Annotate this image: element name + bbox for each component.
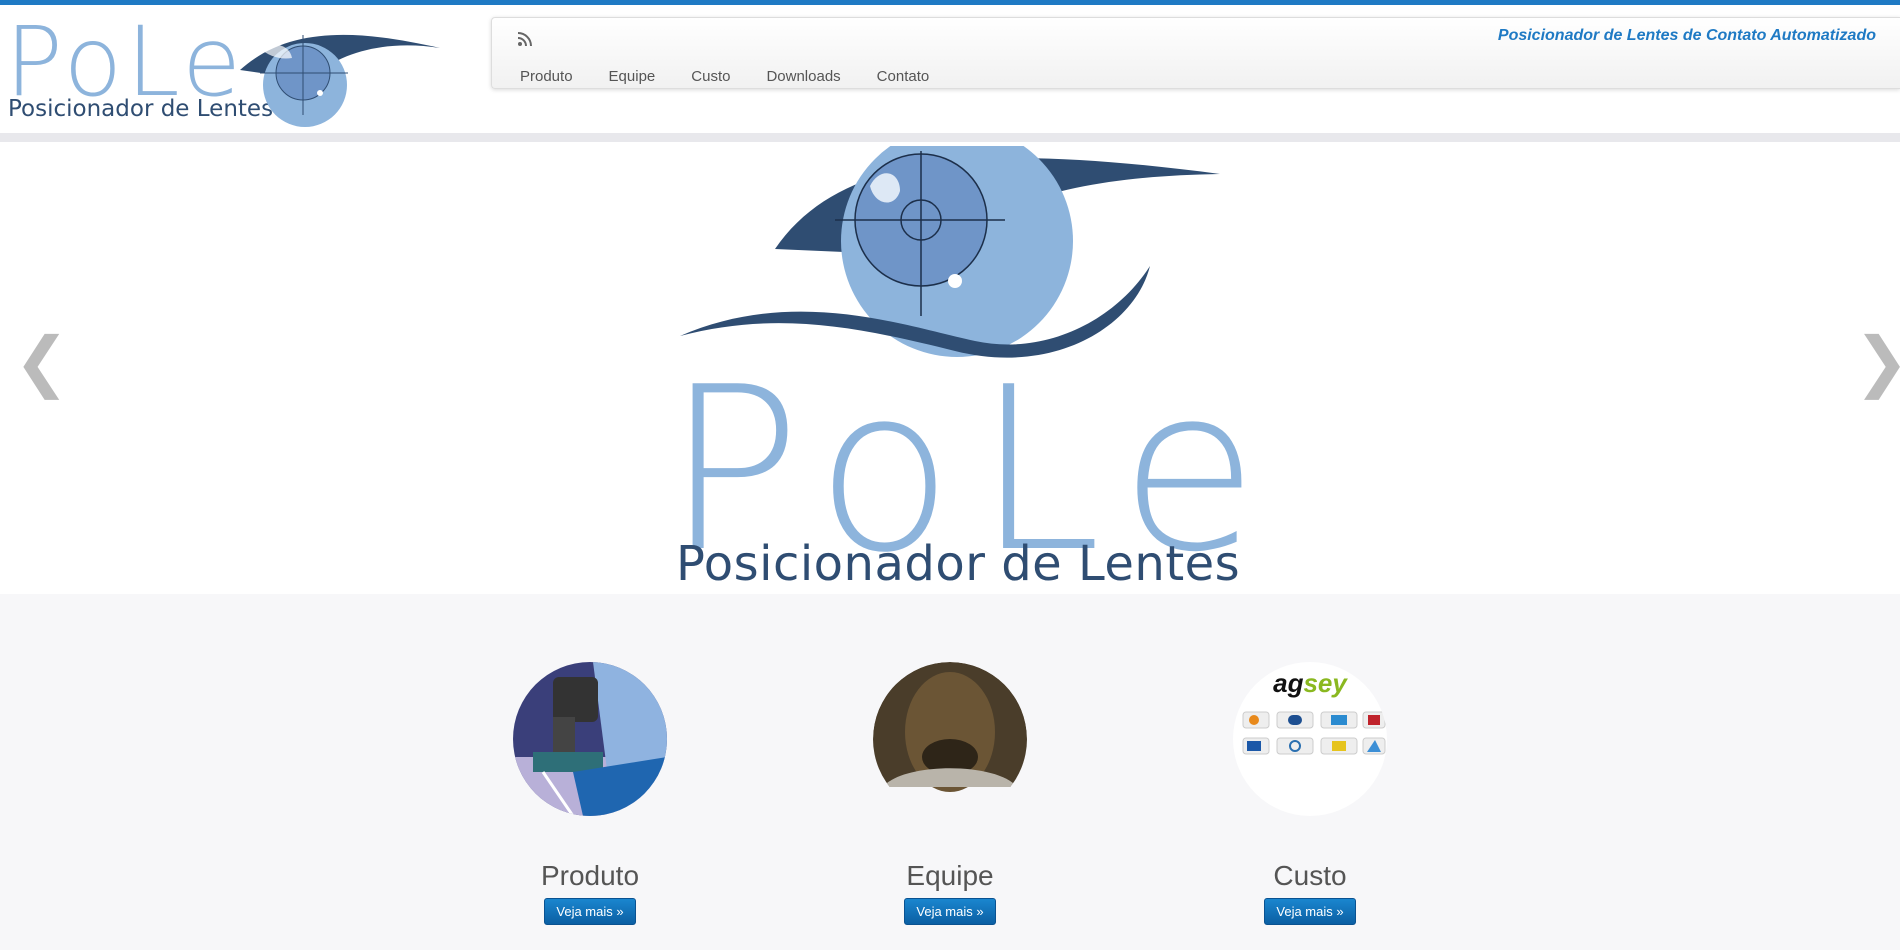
equipe-image (873, 662, 1027, 816)
top-accent-bar (0, 0, 1900, 5)
nav-item-downloads[interactable]: Downloads (766, 68, 840, 85)
veja-mais-button[interactable]: Veja mais » (1264, 898, 1356, 925)
site-logo[interactable]: PoLe Posicionador de Lentes (5, 14, 445, 127)
feature-equipe: Equipe Veja mais » (850, 662, 1050, 925)
hero-carousel: PoLe Posicionador de Lentes ❮ ❯ (0, 142, 1900, 594)
produto-image (513, 662, 667, 816)
hero-eye-icon (680, 146, 1220, 358)
hero-logo-subtitle: Posicionador de Lentes (676, 536, 1241, 592)
feature-title: Equipe (906, 860, 994, 891)
svg-text:agsey: agsey (1273, 668, 1348, 698)
eye-logo-icon (240, 34, 440, 127)
nav-item-produto[interactable]: Produto (520, 68, 573, 85)
site-tagline: Posicionador de Lentes de Contato Automa… (1497, 27, 1876, 44)
feature-title: Produto (540, 860, 640, 891)
main-menu: Produto Equipe Custo Downloads Contato (520, 68, 929, 85)
veja-mais-button[interactable]: Veja mais » (544, 898, 636, 925)
carousel-next-button[interactable]: ❯ (1854, 328, 1900, 394)
carousel-prev-button[interactable]: ❮ (14, 328, 69, 394)
feature-title: Custo (1273, 860, 1347, 891)
nav-item-custo[interactable]: Custo (691, 68, 730, 85)
features-section: Produto Veja mais » Equipe Veja mais » a… (0, 594, 1900, 950)
top-navbar: Posicionador de Lentes de Contato Automa… (491, 17, 1900, 89)
nav-item-equipe[interactable]: Equipe (609, 68, 656, 85)
feature-produto: Produto Veja mais » (490, 662, 690, 925)
header-divider (0, 133, 1900, 142)
custo-image: agsey (1233, 662, 1387, 816)
rss-icon[interactable] (516, 30, 534, 48)
veja-mais-button[interactable]: Veja mais » (904, 898, 996, 925)
feature-custo: agsey Custo Veja mais » (1210, 662, 1410, 925)
nav-item-contato[interactable]: Contato (877, 68, 930, 85)
